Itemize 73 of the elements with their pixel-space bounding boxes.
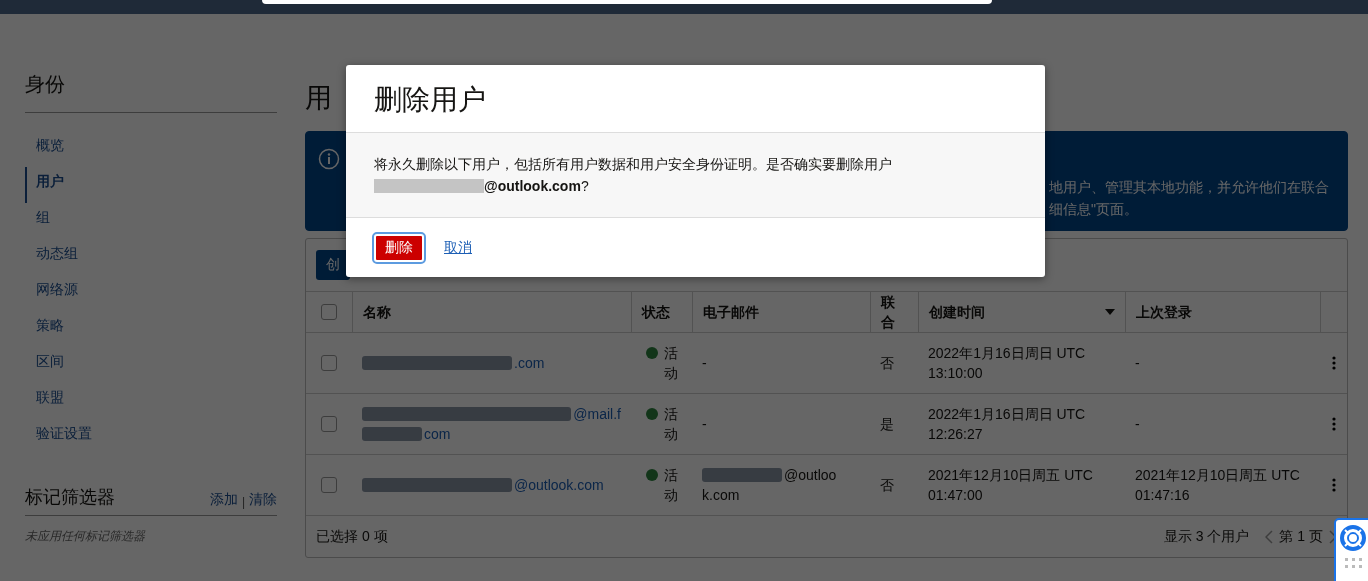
email-text: k.com (702, 486, 740, 505)
column-header[interactable]: 上次登录 (1136, 302, 1310, 322)
status-text: 活动 (663, 344, 678, 383)
table-cell-text: 是 (879, 415, 895, 434)
chevron-right-icon[interactable] (1329, 529, 1337, 544)
column-header[interactable]: 状态 (642, 302, 682, 322)
created-time-text: 2022年1月16日周日 UTC (928, 405, 1087, 424)
more-options-icon[interactable] (1331, 417, 1336, 431)
status-dot (645, 408, 658, 420)
section-heading: 标记筛选器 (25, 486, 116, 509)
help-widget-icon[interactable] (1334, 518, 1368, 581)
selection-count-text: 已选择 0 项 (316, 527, 388, 546)
created-time-text: 01:47:00 (928, 486, 984, 505)
nav-link[interactable]: 概览 (25, 131, 277, 167)
empty-filter-text: 未应用任何标记筛选器 (25, 528, 147, 545)
checkbox[interactable] (321, 355, 337, 371)
redacted-block (362, 427, 422, 441)
page-text: 第 1 页 (1279, 527, 1323, 546)
nav-link[interactable]: 网络源 (25, 275, 277, 311)
nav-link[interactable]: 用户 (25, 167, 277, 203)
status-text: 活动 (663, 405, 678, 444)
user-name-link[interactable]: com (424, 424, 451, 444)
user-name-link[interactable]: @mail.f (573, 404, 621, 424)
nav-link[interactable]: 组 (25, 203, 277, 239)
created-time-text: 2022年1月16日周日 UTC (928, 344, 1087, 363)
created-time-text: 13:10:00 (928, 364, 984, 383)
nav-link[interactable]: 动态组 (25, 239, 277, 275)
checkbox[interactable] (321, 304, 337, 320)
cancel-link[interactable]: 取消 (444, 238, 472, 257)
banner-text: 地用户、管理其本地功能，并允许他们在联合 (1049, 178, 1329, 197)
clear-link[interactable]: 清除 (249, 491, 277, 509)
nav-link[interactable]: 策略 (25, 311, 277, 347)
create-button[interactable]: 创 (316, 250, 350, 280)
email-text: - (702, 415, 707, 434)
info-icon (318, 148, 340, 170)
checkbox[interactable] (321, 416, 337, 432)
column-header[interactable]: 名称 (363, 302, 621, 322)
checkbox[interactable] (321, 477, 337, 493)
nav-link[interactable]: 验证设置 (25, 419, 277, 455)
nav-link[interactable]: 联盟 (25, 383, 277, 419)
add-link[interactable]: 添加 (209, 491, 238, 509)
more-options-icon[interactable] (1331, 478, 1336, 492)
more-options-icon[interactable] (1331, 356, 1336, 370)
status-dot (645, 469, 658, 481)
dialog-message: 将永久删除以下用户，包括所有用户数据和用户安全身份证明。是否确实要删除用户 (374, 155, 893, 174)
email-text: @outloo (784, 466, 837, 485)
delete-button[interactable]: 删除 (374, 233, 424, 262)
user-name-link[interactable]: .com (514, 353, 545, 373)
sort-caret-icon[interactable] (1105, 309, 1115, 315)
last-login-text: - (1135, 415, 1141, 434)
column-header[interactable]: 创建时间 (929, 302, 1105, 322)
banner-text: 细信息"页面。 (1049, 200, 1139, 219)
status-text: 活动 (663, 466, 678, 505)
search-field[interactable] (262, 0, 992, 4)
result-count-text: 显示 3 个用户 (1163, 527, 1250, 546)
user-name-link[interactable]: @outlook.com (514, 475, 604, 495)
column-header[interactable]: 联合 (881, 292, 908, 332)
chevron-left-icon[interactable] (1265, 529, 1274, 544)
created-time-text: 2021年12月10日周五 UTC (928, 466, 1094, 485)
last-login-text: 2021年12月10日周五 UTC (1135, 466, 1301, 485)
table-cell-text: 否 (879, 354, 895, 373)
status-dot (645, 347, 658, 359)
page-title: 用 (305, 82, 332, 115)
target-email-text: @outlook.com? (484, 177, 589, 196)
nav-link[interactable]: 区间 (25, 347, 277, 383)
created-time-text: 12:26:27 (928, 425, 984, 444)
separator-text: | (241, 495, 245, 509)
last-login-text: 01:47:16 (1135, 486, 1191, 505)
sidebar-title: 身份 (25, 71, 277, 113)
last-login-text: - (1135, 354, 1141, 373)
column-header[interactable]: 电子邮件 (703, 302, 860, 322)
email-text: - (702, 354, 707, 373)
table-cell-text: 否 (879, 476, 895, 495)
